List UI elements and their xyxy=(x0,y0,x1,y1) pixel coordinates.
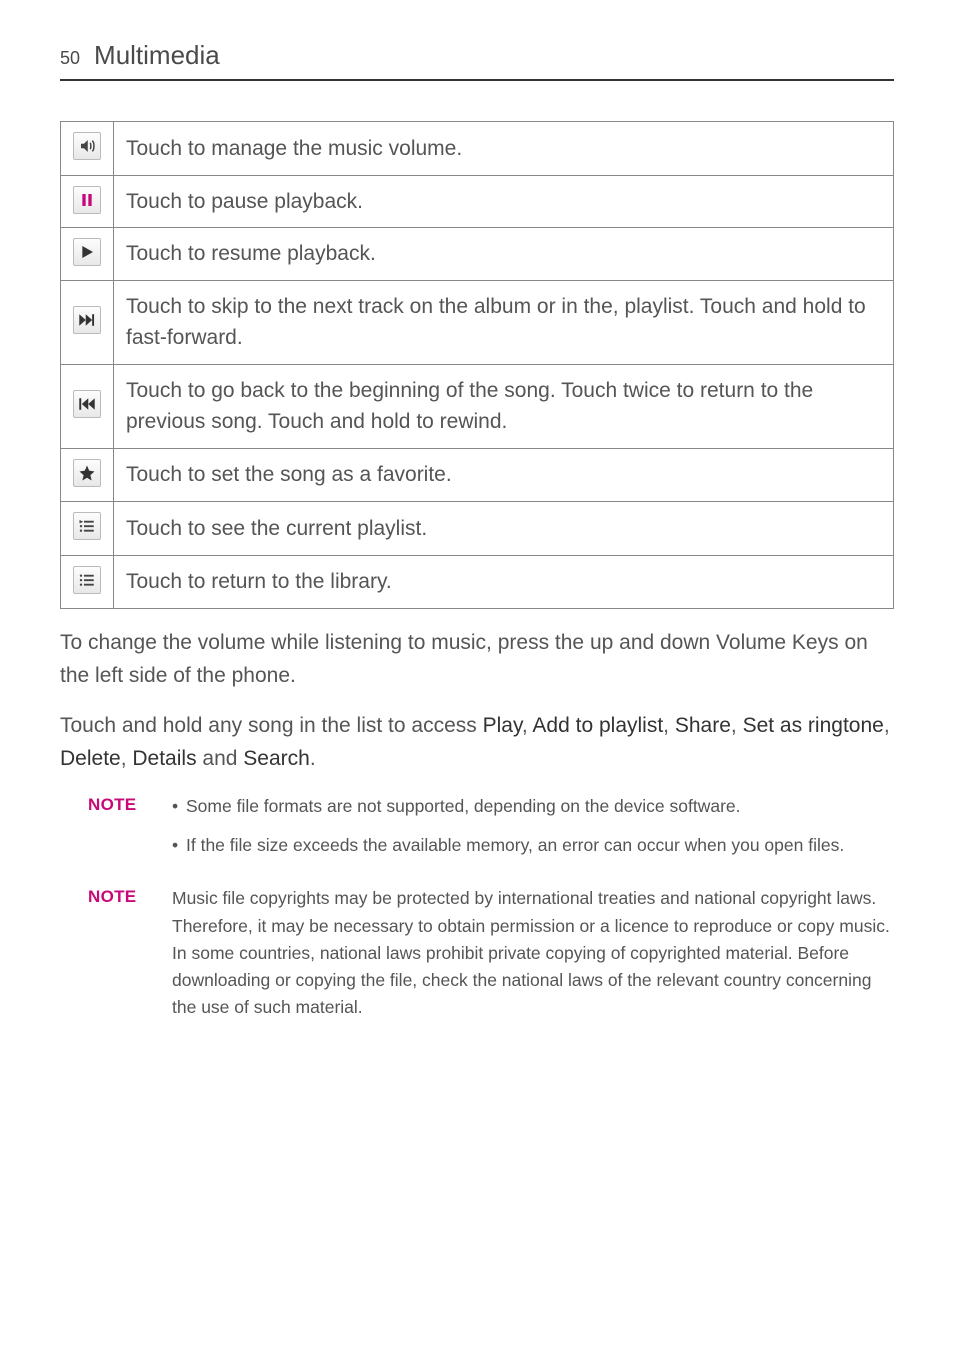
icon-cell xyxy=(61,228,114,281)
note-text: Some file formats are not supported, dep… xyxy=(186,793,741,820)
table-row: Touch to pause playback. xyxy=(61,175,894,228)
bullet-icon: • xyxy=(172,832,186,859)
table-row: Touch to skip to the next track on the a… xyxy=(61,280,894,364)
note-body: Music file copyrights may be protected b… xyxy=(172,885,894,1021)
menu-item-add: Add to playlist xyxy=(532,714,663,737)
volume-icon xyxy=(73,132,101,160)
library-icon xyxy=(73,566,101,594)
icon-cell xyxy=(61,448,114,502)
note-block-2: NOTE Music file copyrights may be protec… xyxy=(88,885,894,1021)
note-bullet-row: • If the file size exceeds the available… xyxy=(172,832,894,859)
desc-cell: Touch to skip to the next track on the a… xyxy=(114,280,894,364)
desc-cell: Touch to return to the library. xyxy=(114,555,894,609)
context-menu-paragraph: Touch and hold any song in the list to a… xyxy=(60,710,894,775)
desc-cell: Touch to set the song as a favorite. xyxy=(114,448,894,502)
text: , xyxy=(663,714,675,737)
table-row: Touch to manage the music volume. xyxy=(61,122,894,176)
text: , xyxy=(731,714,743,737)
note-bullet-row: • Some file formats are not supported, d… xyxy=(172,793,894,820)
desc-cell: Touch to resume playback. xyxy=(114,228,894,281)
menu-item-ringtone: Set as ringtone xyxy=(743,714,884,737)
note-text: Music file copyrights may be protected b… xyxy=(172,888,890,1017)
menu-item-play: Play xyxy=(483,714,522,737)
note-text: If the file size exceeds the available m… xyxy=(186,832,844,859)
icon-cell xyxy=(61,502,114,556)
menu-item-search: Search xyxy=(243,747,310,770)
section-title: Multimedia xyxy=(94,40,220,71)
note-block-1: NOTE • Some file formats are not support… xyxy=(88,793,894,871)
text: , xyxy=(522,714,533,737)
favorite-icon xyxy=(73,459,101,487)
next-icon xyxy=(73,306,101,334)
menu-item-share: Share xyxy=(675,714,731,737)
page-header: 50 Multimedia xyxy=(60,40,894,81)
text: , xyxy=(884,714,890,737)
desc-cell: Touch to pause playback. xyxy=(114,175,894,228)
text: , xyxy=(121,747,133,770)
icon-cell xyxy=(61,175,114,228)
note-label: NOTE xyxy=(88,885,172,907)
text: . xyxy=(310,747,316,770)
menu-item-details: Details xyxy=(132,747,196,770)
icon-cell xyxy=(61,555,114,609)
icon-cell xyxy=(61,122,114,176)
note-body: • Some file formats are not supported, d… xyxy=(172,793,894,871)
pause-icon xyxy=(73,186,101,214)
volume-tip-paragraph: To change the volume while listening to … xyxy=(60,627,894,692)
play-icon xyxy=(73,238,101,266)
desc-cell: Touch to manage the music volume. xyxy=(114,122,894,176)
controls-table: Touch to manage the music volume. Touch … xyxy=(60,121,894,609)
table-row: Touch to see the current playlist. xyxy=(61,502,894,556)
icon-cell xyxy=(61,280,114,364)
table-row: Touch to go back to the beginning of the… xyxy=(61,364,894,448)
desc-cell: Touch to see the current playlist. xyxy=(114,502,894,556)
desc-cell: Touch to go back to the beginning of the… xyxy=(114,364,894,448)
menu-item-delete: Delete xyxy=(60,747,121,770)
table-row: Touch to resume playback. xyxy=(61,228,894,281)
page-number: 50 xyxy=(60,48,80,69)
table-row: Touch to return to the library. xyxy=(61,555,894,609)
icon-cell xyxy=(61,364,114,448)
text: Touch and hold any song in the list to a… xyxy=(60,714,483,737)
prev-icon xyxy=(73,390,101,418)
playlist-icon xyxy=(73,512,101,540)
table-row: Touch to set the song as a favorite. xyxy=(61,448,894,502)
bullet-icon: • xyxy=(172,793,186,820)
note-label: NOTE xyxy=(88,793,172,815)
text: and xyxy=(197,747,244,770)
